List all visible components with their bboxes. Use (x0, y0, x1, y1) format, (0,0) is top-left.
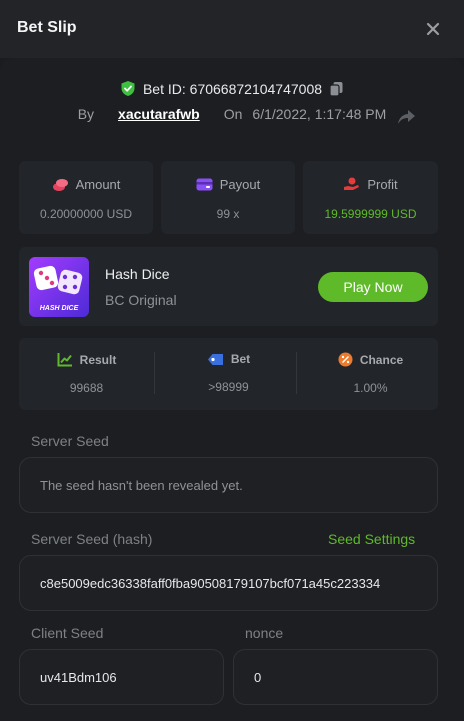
copy-icon[interactable] (329, 81, 344, 97)
bet-meta-row: By xacutarafwb On 6/1/2022, 1:17:48 PM (0, 106, 464, 122)
bet-label: Bet (230, 352, 251, 366)
game-card: HASH DICE Hash Dice BC Original Play Now (19, 247, 438, 326)
percent-icon (338, 352, 353, 367)
amount-card: Amount 0.20000000 USD (19, 161, 153, 234)
result-label: Result (79, 352, 117, 367)
profit-value: 19.5999999 USD (324, 207, 417, 221)
chance-value: 1.00% (353, 381, 388, 395)
server-seed-label: Server Seed (31, 433, 109, 449)
nonce-label: nonce (245, 625, 284, 641)
tag-icon (207, 353, 223, 365)
server-hash-field[interactable]: c8e5009edc36338faff0fba90508179107bcf071… (19, 555, 438, 611)
username-link[interactable]: xacutarafwb (118, 106, 200, 122)
bet-slip-header: Bet Slip (0, 0, 464, 58)
client-seed-label: Client Seed (31, 625, 104, 641)
close-icon[interactable] (424, 20, 442, 38)
result-value: 99688 (69, 381, 104, 395)
play-now-button[interactable]: Play Now (318, 272, 428, 302)
server-seed-field: The seed hasn't been revealed yet. (19, 457, 438, 513)
profit-card: Profit 19.5999999 USD (303, 161, 438, 234)
game-subtitle: BC Original (105, 292, 177, 308)
profit-label: Profit (367, 177, 398, 192)
hash-dice-thumbnail: HASH DICE (29, 257, 89, 317)
bet-id: Bet ID: 67066872104747008 (142, 80, 323, 97)
bet-value: >98999 (208, 380, 249, 394)
coins-icon (52, 178, 68, 191)
seed-settings-link[interactable]: Seed Settings (328, 531, 415, 547)
payout-value: 99 x (216, 207, 240, 221)
shield-check-icon (121, 81, 135, 96)
chart-icon (57, 353, 72, 367)
page-title: Bet Slip (17, 19, 77, 36)
nonce-field[interactable]: 0 (233, 649, 438, 705)
bet-id-row: Bet ID: 67066872104747008 (0, 80, 464, 100)
on-label: On (223, 106, 243, 122)
payout-label: Payout (219, 177, 261, 192)
server-hash-label: Server Seed (hash) (31, 531, 153, 547)
payout-card: Payout 99 x (161, 161, 295, 234)
chance-column: Chance 1.00% (303, 338, 438, 410)
game-name: Hash Dice (105, 266, 170, 282)
bet-datetime: 6/1/2022, 1:17:48 PM (252, 106, 387, 122)
by-label: By (77, 106, 95, 122)
hand-coin-icon (344, 177, 360, 190)
wallet-icon (196, 178, 213, 191)
client-seed-field[interactable]: uv41Bdm106 (19, 649, 224, 705)
result-column: Result 99688 (19, 338, 154, 410)
amount-label: Amount (75, 177, 121, 192)
bet-column: Bet >98999 (161, 338, 296, 410)
chance-label: Chance (359, 352, 404, 367)
amount-value: 0.20000000 USD (39, 207, 133, 221)
thumbnail-caption: HASH DICE (40, 305, 79, 312)
result-card: Result 99688 Bet >98999 Chance 1.00% (19, 338, 438, 410)
